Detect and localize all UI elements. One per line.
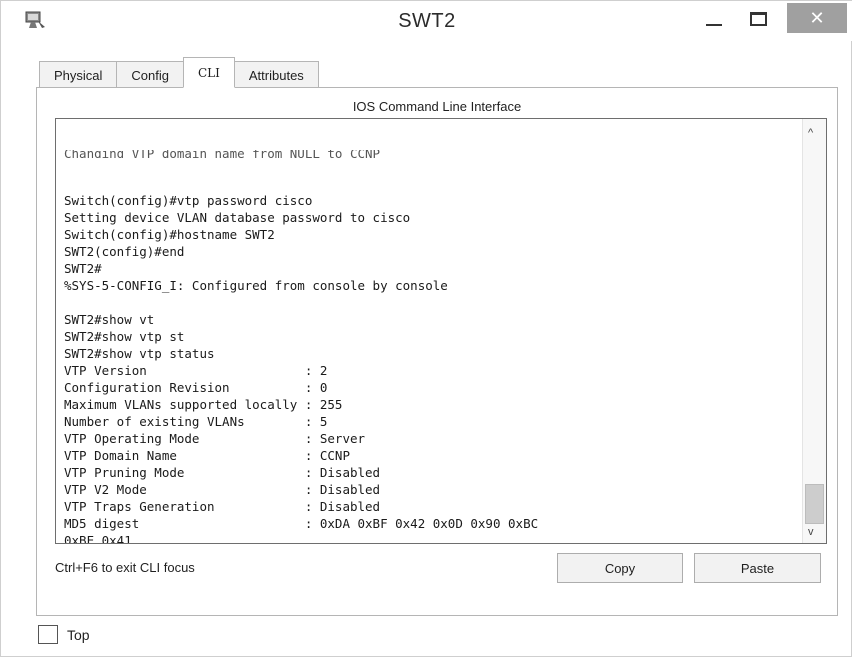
console-line: Number of existing VLANs : 5 xyxy=(64,414,328,429)
tab-cli[interactable]: CLI xyxy=(183,57,235,88)
console-line: Switch(config)#hostname SWT2 xyxy=(64,227,275,242)
console-line: SWT2#show vt xyxy=(64,312,155,327)
minimize-button[interactable] xyxy=(697,3,731,35)
maximize-button[interactable] xyxy=(741,3,775,35)
console-line: MD5 digest : 0xDA 0xBF 0x42 0x0D 0x90 0x… xyxy=(64,516,539,531)
console-line: VTP Pruning Mode : Disabled xyxy=(64,465,381,480)
console-line: VTP V2 Mode : Disabled xyxy=(64,482,381,497)
console-line: SWT2(config)#end xyxy=(64,244,185,259)
console-line: %SYS-5-CONFIG_I: Configured from console… xyxy=(64,278,448,293)
console-line: VTP Traps Generation : Disabled xyxy=(64,499,381,514)
console-line: SWT2#show vtp st xyxy=(64,329,185,344)
console-line: Switch(config)#vtp password cisco xyxy=(64,193,313,208)
scroll-thumb[interactable] xyxy=(805,484,824,524)
console-line: VTP Version : 2 xyxy=(64,363,328,378)
app-window: SWT2 ✕ Physical Config CLI Attributes IO… xyxy=(0,0,852,657)
top-label: Top xyxy=(67,626,90,643)
focus-hint: Ctrl+F6 to exit CLI focus xyxy=(55,560,195,575)
close-icon: ✕ xyxy=(809,7,825,28)
tab-physical[interactable]: Physical xyxy=(39,61,118,88)
scroll-up-icon[interactable]: ^ xyxy=(808,127,813,139)
paste-button[interactable]: Paste xyxy=(694,553,821,583)
title-bar[interactable]: SWT2 ✕ xyxy=(1,1,852,41)
console-line: 0xBE 0x41 xyxy=(64,533,132,544)
console-line: Maximum VLANs supported locally : 255 xyxy=(64,397,343,412)
tab-config[interactable]: Config xyxy=(116,61,184,88)
console-line: SWT2# xyxy=(64,261,102,276)
console-line: VTP Domain Name : CCNP xyxy=(64,448,350,463)
scroll-down-icon[interactable]: v xyxy=(808,526,814,538)
tab-bar: Physical Config CLI Attributes xyxy=(39,57,319,88)
tab-attributes[interactable]: Attributes xyxy=(233,61,319,88)
cli-panel: IOS Command Line Interface Changing VTP … xyxy=(36,87,838,616)
minimize-icon xyxy=(706,24,722,26)
console-scrollbar[interactable]: ^ v xyxy=(802,119,826,543)
console-line: Configuration Revision : 0 xyxy=(64,380,328,395)
maximize-icon xyxy=(749,12,767,26)
console-line: Setting device VLAN database password to… xyxy=(64,210,411,225)
top-option[interactable]: Top xyxy=(38,625,90,644)
cli-console[interactable]: Changing VTP domain name from NULL to CC… xyxy=(55,118,827,544)
panel-title: IOS Command Line Interface xyxy=(352,99,522,114)
console-line-partial: Changing VTP domain name from NULL to CC… xyxy=(64,150,381,158)
top-checkbox[interactable] xyxy=(38,625,58,644)
console-line: VTP Operating Mode : Server xyxy=(64,431,366,446)
console-output[interactable]: Changing VTP domain name from NULL to CC… xyxy=(64,119,794,544)
copy-button[interactable]: Copy xyxy=(557,553,683,583)
close-button[interactable]: ✕ xyxy=(787,3,847,33)
console-line: SWT2#show vtp status xyxy=(64,346,215,361)
